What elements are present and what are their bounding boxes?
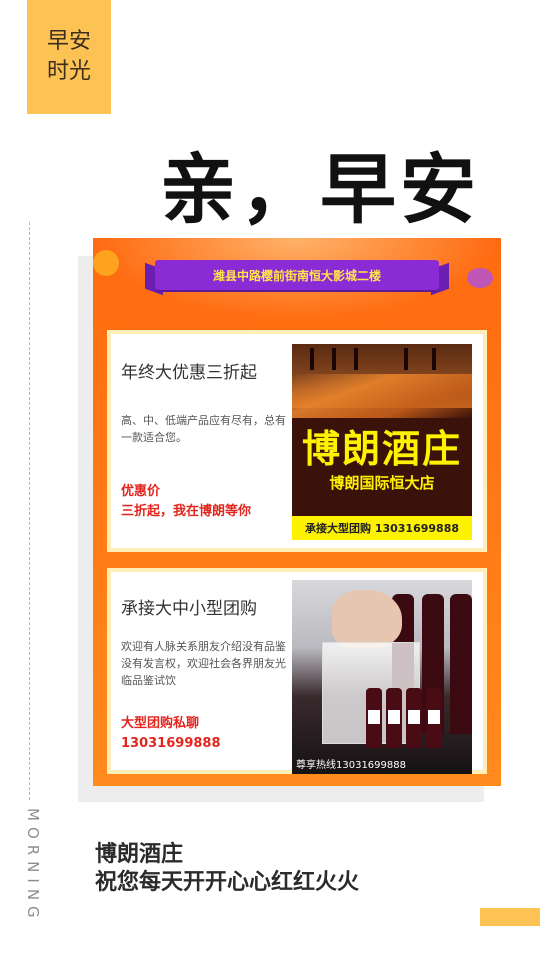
bottle-silhouette: [310, 348, 314, 370]
image-footer: 尊享热线13031699888: [292, 752, 472, 774]
mini-bottle: [386, 688, 402, 748]
phone-number: 13031699888: [121, 736, 221, 751]
winery-name: 博朗酒庄: [301, 427, 462, 471]
winery-image: 博朗酒庄 博朗国际恒大店 承接大型团购 13031699888: [292, 344, 472, 540]
morning-badge: 早安 时光: [27, 0, 111, 114]
side-label: MORNING: [24, 808, 42, 924]
balloon-decoration: [93, 250, 119, 276]
badge-line-2: 时光: [46, 59, 91, 84]
bottle-silhouette: [432, 348, 436, 370]
footer-greeting: 祝您每天开开心心红红火火: [95, 870, 360, 895]
card-description: 高、中、低端产品应有尽有，总有一款适合您。: [121, 414, 286, 444]
bottle-silhouette: [354, 348, 358, 370]
card-title: 承接大中小型团购: [121, 599, 257, 619]
bottle-silhouette: [332, 348, 336, 370]
dashed-divider: [29, 222, 30, 800]
bottle-silhouette: [450, 594, 472, 734]
card-title: 年终大优惠三折起: [121, 363, 257, 383]
accent-bar: [480, 908, 540, 926]
mini-bottle: [366, 688, 382, 748]
group-buy-label: 大型团购私聊: [121, 716, 200, 731]
headline: 亲，早安: [160, 145, 480, 234]
hotline-text: 承接大型团购 13031699888: [304, 522, 460, 535]
promo-poster: 潍县中路樱前街南恒大影城二楼 年终大优惠三折起 高、中、低端产品应有尽有，总有一…: [93, 238, 501, 786]
address-ribbon: 潍县中路樱前街南恒大影城二楼: [155, 260, 439, 290]
price-slogan: 三折起，我在博朗等你: [121, 504, 252, 519]
promo-card-discount: 年终大优惠三折起 高、中、低端产品应有尽有，总有一款适合您。 优惠价 三折起，我…: [107, 330, 487, 552]
card-body: 承接大中小型团购 欢迎有人脉关系朋友介绍没有品鉴没有发言权，欢迎社会各界朋友光临…: [111, 572, 483, 774]
wine-bottles-image: 尊享热线13031699888: [292, 580, 472, 774]
winery-branch: 博朗国际恒大店: [329, 474, 435, 492]
bottle-silhouette: [404, 348, 408, 370]
hand-silhouette: [332, 590, 402, 648]
hotline-bar: 承接大型团购 13031699888: [292, 516, 472, 540]
badge-line-1: 早安: [46, 29, 91, 54]
card-description: 欢迎有人脉关系朋友介绍没有品鉴没有发言权，欢迎社会各界朋友光临品鉴试饮: [121, 640, 286, 687]
hotline-text: 尊享热线13031699888: [296, 759, 406, 771]
balloon-decoration: [467, 268, 493, 288]
promo-card-group-buy: 承接大中小型团购 欢迎有人脉关系朋友介绍没有品鉴没有发言权，欢迎社会各界朋友光临…: [107, 568, 487, 774]
price-label: 优惠价: [121, 484, 161, 499]
mini-bottle: [406, 688, 422, 748]
silk-drape: [292, 374, 472, 418]
address-text: 潍县中路樱前街南恒大影城二楼: [212, 268, 381, 283]
mini-bottle: [426, 688, 442, 748]
card-body: 年终大优惠三折起 高、中、低端产品应有尽有，总有一款适合您。 优惠价 三折起，我…: [111, 334, 483, 548]
